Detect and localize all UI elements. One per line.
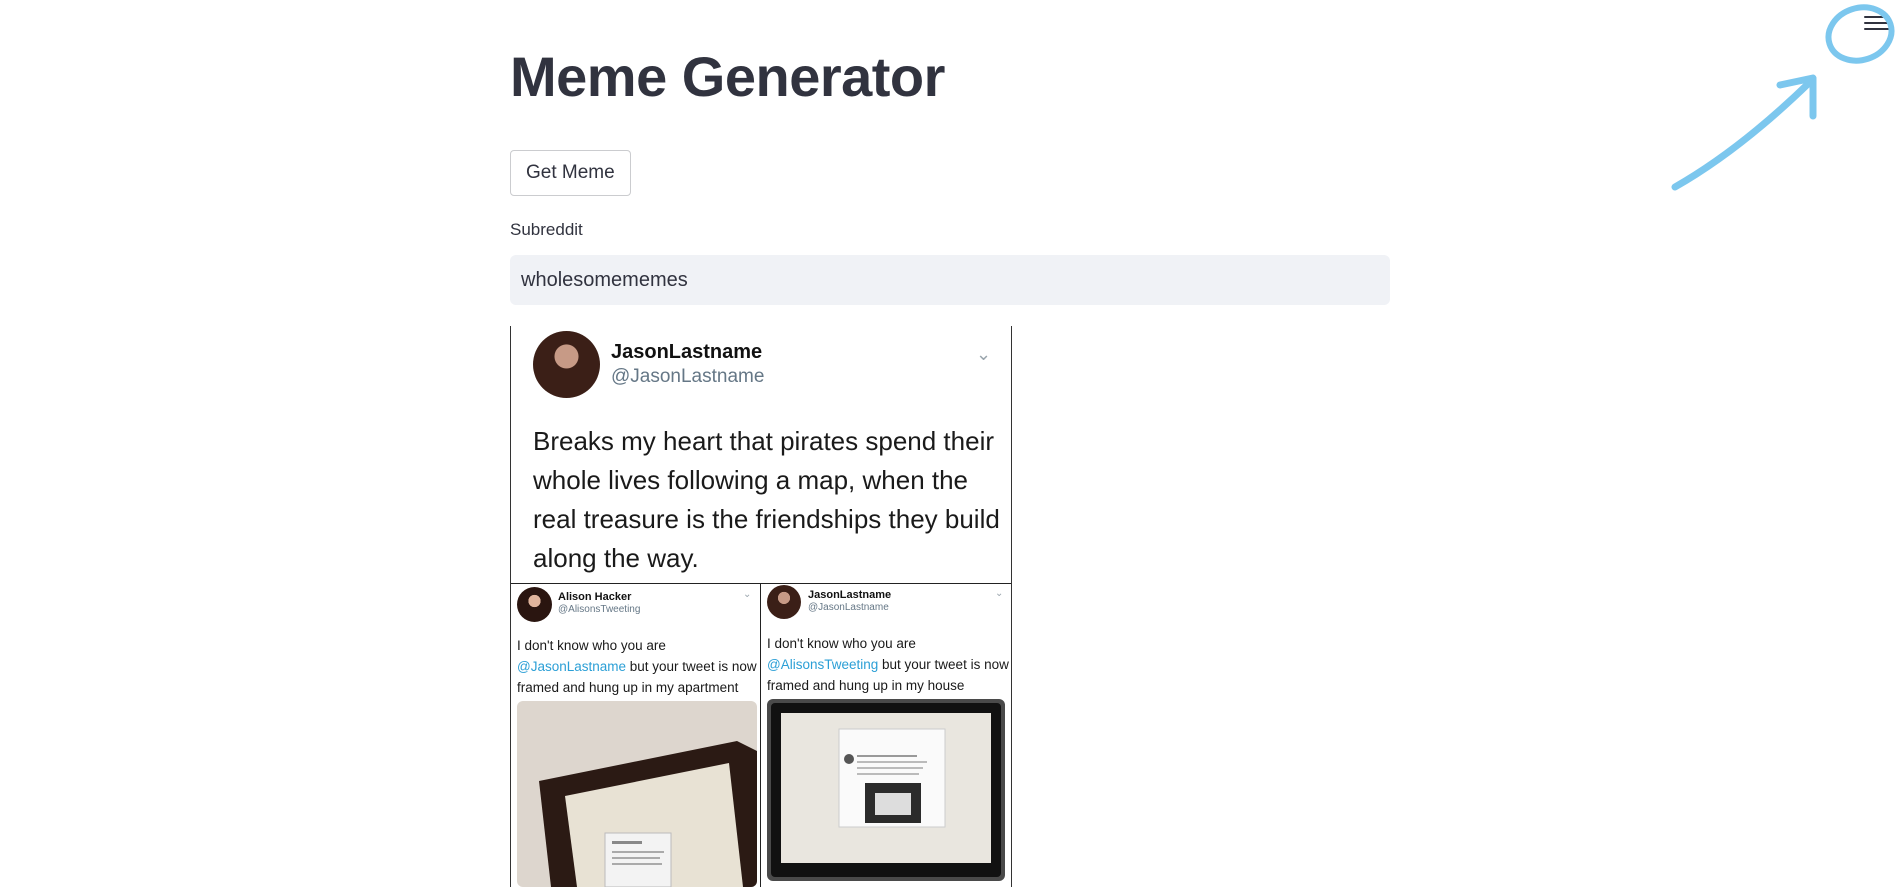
tweet-text: I don't know who you are @JasonLastname … — [517, 638, 757, 695]
subreddit-input-value: wholesomememes — [521, 268, 688, 291]
chevron-down-icon: ⌄ — [976, 344, 992, 364]
framed-tweet-photo — [767, 699, 1005, 881]
meme-image: JasonLastname @JasonLastname ⌄ Breaks my… — [510, 326, 1012, 887]
avatar — [767, 585, 801, 619]
right-tweet: JasonLastname @JasonLastname ⌄ I don't k… — [761, 583, 1010, 887]
page-title: Meme Generator — [510, 45, 945, 108]
chevron-down-icon: ⌄ — [995, 588, 1004, 599]
tweet-author-handle: @AlisonsTweeting — [558, 604, 641, 615]
framed-tweet-photo — [517, 701, 757, 887]
tweet-text: Breaks my heart that pirates spend their… — [533, 426, 1000, 573]
tweet-author-name: Alison Hacker — [558, 591, 632, 603]
left-tweet: Alison Hacker @AlisonsTweeting ⌄ I don't… — [511, 583, 761, 887]
tweet-author-name: JasonLastname — [808, 589, 892, 601]
avatar — [517, 587, 552, 622]
tweet-text: I don't know who you are @AlisonsTweetin… — [767, 636, 1009, 693]
chevron-down-icon: ⌄ — [743, 589, 752, 600]
tweet-author-handle: @JasonLastname — [808, 602, 889, 613]
tweet-author-name: JasonLastname — [611, 341, 763, 363]
top-tweet: JasonLastname @JasonLastname ⌄ Breaks my… — [511, 326, 1011, 584]
avatar — [533, 331, 600, 398]
get-meme-button[interactable]: Get Meme — [510, 150, 631, 196]
subreddit-input[interactable]: wholesomememes — [510, 255, 1390, 305]
annotation-arrow-circle — [1671, 4, 1895, 191]
tweet-author-handle: @JasonLastname — [611, 366, 765, 387]
subreddit-label: Subreddit — [510, 220, 583, 239]
